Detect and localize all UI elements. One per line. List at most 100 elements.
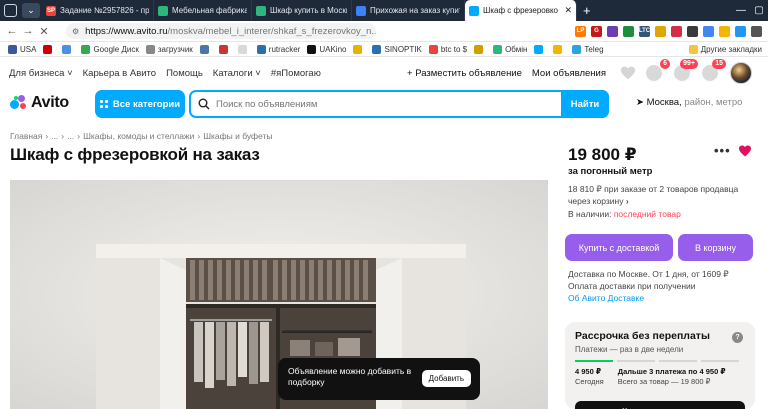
bookmark-label: USA (20, 44, 37, 54)
tab-favicon-icon (158, 5, 168, 16)
extension-icon[interactable]: G (591, 25, 602, 37)
maximize-icon[interactable]: ▢ (750, 5, 768, 16)
cart-discount-note[interactable]: 18 810 ₽ при заказе от 2 товаров продавц… (568, 183, 753, 207)
bookmark-item[interactable]: SINOPTIK (372, 44, 422, 54)
grid-icon (99, 100, 108, 108)
extension-icon[interactable]: LP (575, 25, 586, 37)
favorite-heart-icon[interactable] (738, 145, 752, 157)
favorites-icon[interactable] (620, 66, 636, 80)
browser-tab[interactable]: Шкаф с фрезеровкой на ✕ (465, 0, 577, 21)
breadcrumb-item[interactable]: ... (51, 131, 58, 141)
breadcrumb-item[interactable]: ... (67, 131, 74, 141)
notifications-icon[interactable]: 6 (646, 59, 670, 81)
all-categories-button[interactable]: Все категории (95, 90, 185, 118)
add-to-cart-button[interactable]: В корзину (678, 234, 753, 261)
bookmark-item[interactable] (474, 44, 486, 54)
extension-icon[interactable] (671, 25, 682, 37)
site-nav-link[interactable]: Карьера в Авито (83, 68, 156, 79)
buy-with-delivery-button[interactable]: Купить с доставкой (565, 234, 673, 261)
site-nav-link[interactable]: Каталоги ˅ (213, 68, 261, 79)
url-path: /moskva/mebel_i_interer/shkaf_s_frezerov… (167, 25, 376, 37)
browser-tab[interactable]: Шкаф купить в Москве н (252, 0, 352, 21)
location-selector[interactable]: ➤ Москва, район, метро (636, 97, 742, 108)
help-icon[interactable]: ? (732, 332, 743, 343)
bookmark-item[interactable] (534, 44, 546, 54)
messages-icon[interactable]: 99+ (674, 59, 698, 81)
bookmark-item[interactable] (553, 44, 565, 54)
bookmark-label: btc to $ (440, 44, 468, 54)
site-info-icon[interactable]: ⚙ (72, 27, 79, 36)
browser-tab[interactable]: SP Задание №2957826 - про (42, 0, 154, 21)
tab-search-icon[interactable]: ⌄ (22, 3, 40, 18)
avatar[interactable] (730, 62, 752, 84)
site-nav-link[interactable]: Для бизнеса ˅ (9, 68, 73, 79)
bookmark-item[interactable] (218, 44, 231, 54)
site-nav-link[interactable]: Помощь (166, 68, 203, 79)
avito-logo[interactable]: Avito (10, 94, 69, 112)
bookmark-item[interactable]: btc to $ (428, 44, 468, 54)
bookmark-label: загрузчик (157, 44, 193, 54)
about-delivery-link[interactable]: Об Авито Доставке (568, 293, 644, 303)
buy-installment-button[interactable]: Купить в рассрочку (575, 401, 745, 409)
extension-icon[interactable] (751, 25, 762, 37)
extension-icon[interactable] (655, 25, 666, 37)
bookmark-item[interactable]: Обмін (493, 44, 527, 54)
bookmark-item[interactable] (237, 44, 250, 54)
close-tab-icon[interactable]: ✕ (564, 5, 572, 16)
bookmark-item[interactable]: USA (8, 44, 37, 54)
installment-schedule: 4 950 ₽ Сегодня Дальше 3 платежа по 4 95… (575, 367, 726, 387)
bookmark-item[interactable]: загрузчик (145, 44, 193, 54)
bookmark-item[interactable]: Google Диск (81, 44, 139, 54)
extension-icon[interactable]: LTC (639, 25, 650, 37)
search-icon (198, 98, 210, 110)
extensions-bar: LP G LTC (575, 25, 768, 37)
tab-title: Мебельная фабрика Конс (172, 6, 247, 15)
bookmark-item[interactable]: Teleg (572, 44, 604, 54)
cart-icon[interactable]: 15 (702, 59, 726, 81)
folder-icon (688, 44, 698, 54)
site-links: Для бизнеса ˅ Карьера в Авито Помощь Катало… (9, 68, 321, 79)
window-controls: — ▢ (732, 0, 768, 21)
browser-tab[interactable]: Прихожая на заказ купить (352, 0, 465, 21)
stop-loading-icon[interactable]: ✕ (36, 25, 52, 38)
next-payments-label: Дальше 3 платежа по 4 950 ₽ (617, 367, 726, 376)
extension-icon[interactable] (719, 25, 730, 37)
search-input[interactable] (216, 98, 607, 110)
installment-total: Всего за товар — 19 800 ₽ (617, 377, 711, 386)
window-menu-icon[interactable] (0, 0, 20, 21)
site-nav-link[interactable]: #яПомогаю (271, 68, 321, 79)
forward-icon[interactable]: → (20, 25, 36, 37)
user-actions: + Разместить объявление Мои объявления 6… (407, 58, 768, 88)
breadcrumb-item[interactable]: Шкафы, комоды и стеллажи (83, 131, 194, 141)
post-ad-link[interactable]: + Разместить объявление (407, 68, 522, 79)
address-bar[interactable]: ⚙ https://www.avito.ru/moskva/mebel_i_in… (66, 23, 376, 39)
bookmark-item[interactable] (353, 44, 365, 54)
breadcrumb-item[interactable]: Главная (10, 131, 42, 141)
search-button[interactable]: Найти (561, 90, 609, 118)
browser-tab[interactable]: Мебельная фабрика Конс (154, 0, 252, 21)
new-tab-button[interactable]: + (583, 3, 591, 18)
breadcrumb-item[interactable]: Шкафы и буфеты (203, 131, 272, 141)
installment-subtitle: Платежи — раз в две недели (575, 345, 684, 354)
extension-icon[interactable] (703, 25, 714, 37)
back-icon[interactable]: ← (4, 25, 20, 37)
minimize-icon[interactable]: — (732, 5, 750, 16)
tab-favicon-icon (256, 5, 266, 16)
extension-icon[interactable] (687, 25, 698, 37)
location-arrow-icon: ➤ (636, 97, 644, 108)
bookmark-item[interactable]: rutracker (256, 44, 300, 54)
notifications-badge: 6 (660, 59, 670, 69)
bookmark-item[interactable] (62, 44, 74, 54)
bookmark-item[interactable] (199, 44, 212, 54)
more-options-icon[interactable]: ••• (714, 143, 731, 158)
extension-icon[interactable] (623, 25, 634, 37)
other-bookmarks[interactable]: Другие закладки (688, 44, 762, 54)
extension-icon[interactable] (607, 25, 618, 37)
bookmark-item[interactable]: UAKino (307, 44, 346, 54)
bookmark-item[interactable] (43, 44, 55, 54)
extension-icon[interactable] (735, 25, 746, 37)
toast-add-button[interactable]: Добавить (421, 370, 471, 387)
my-ads-link[interactable]: Мои объявления (532, 68, 606, 79)
bookmark-icon (493, 44, 503, 54)
bookmark-icon (307, 44, 317, 54)
